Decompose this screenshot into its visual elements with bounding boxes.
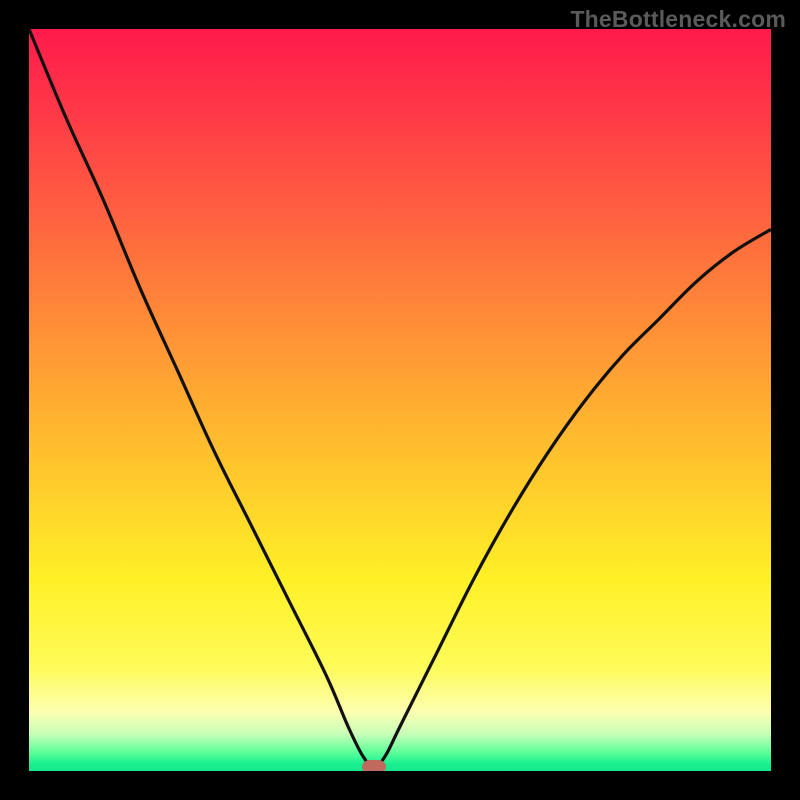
bottleneck-curve (29, 29, 771, 771)
curve-path (29, 29, 771, 767)
optimal-point-marker (362, 760, 386, 771)
chart-frame: TheBottleneck.com (0, 0, 800, 800)
watermark-text: TheBottleneck.com (570, 6, 786, 33)
plot-area (29, 29, 771, 771)
